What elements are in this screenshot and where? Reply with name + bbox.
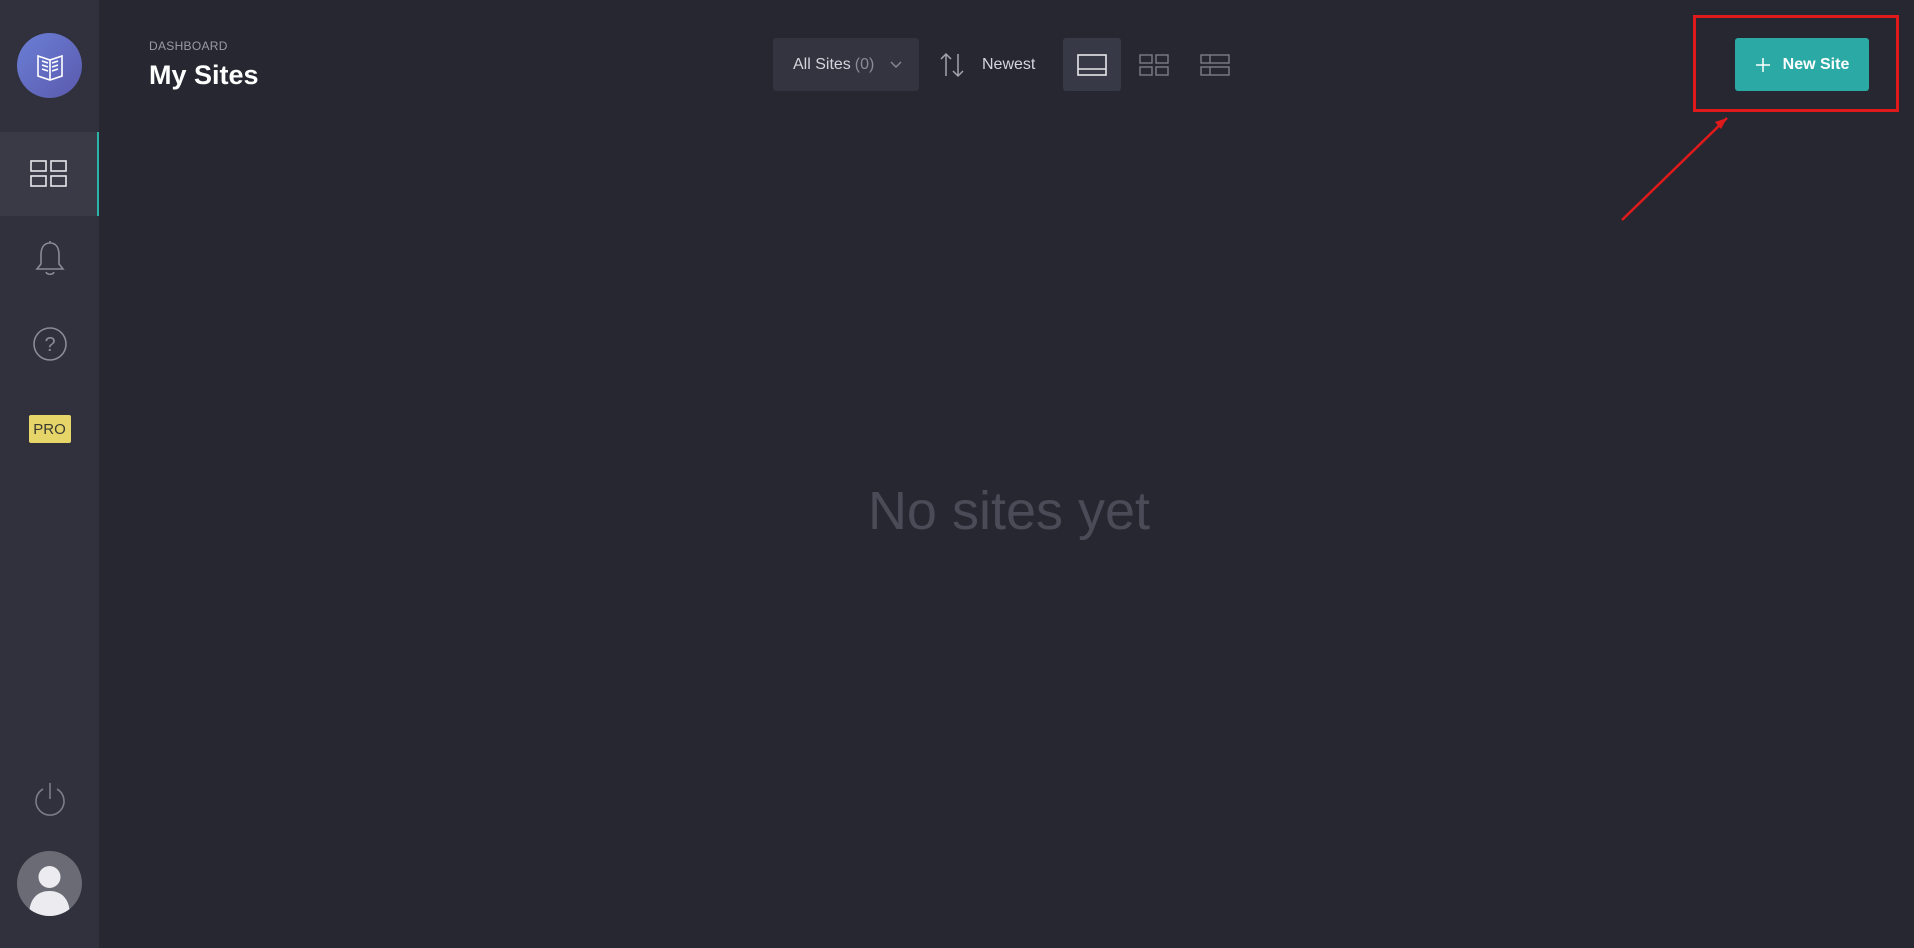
- sidebar: ? PRO: [0, 0, 99, 948]
- user-avatar-icon: [29, 866, 70, 916]
- filter-label: All Sites: [793, 55, 851, 73]
- app-logo[interactable]: [17, 33, 82, 98]
- new-site-label: New Site: [1782, 55, 1850, 73]
- sort-arrows-icon: [940, 52, 964, 77]
- view-full-button[interactable]: [1063, 38, 1121, 91]
- chevron-down-icon: [890, 61, 902, 68]
- sidebar-item-help[interactable]: ?: [0, 302, 99, 386]
- help-icon: ?: [32, 327, 67, 361]
- sidebar-item-notifications[interactable]: [0, 217, 99, 301]
- sidebar-item-pro[interactable]: PRO: [0, 387, 99, 471]
- sort-control[interactable]: Newest: [938, 38, 1035, 91]
- list-view-icon: [1200, 53, 1230, 76]
- sidebar-item-dashboard[interactable]: [0, 132, 99, 216]
- full-view-icon: [1077, 53, 1107, 76]
- view-grid-button[interactable]: [1125, 38, 1183, 91]
- power-icon: [34, 783, 65, 816]
- app-window: ? PRO DASHBOARD My Sites All Sites (0) N…: [0, 0, 1914, 948]
- bell-icon: [34, 241, 65, 276]
- breadcrumb: DASHBOARD: [149, 39, 228, 53]
- svg-text:?: ?: [44, 334, 55, 356]
- sort-label: Newest: [982, 55, 1036, 73]
- page-title: My Sites: [149, 60, 259, 90]
- power-button[interactable]: [0, 757, 99, 841]
- site-filter-dropdown[interactable]: All Sites (0): [773, 38, 919, 91]
- filter-count: (0): [854, 55, 875, 73]
- user-avatar[interactable]: [17, 851, 82, 916]
- grid-view-icon: [1139, 53, 1169, 76]
- pro-badge: PRO: [28, 415, 71, 443]
- new-site-button[interactable]: New Site: [1735, 38, 1869, 91]
- view-list-button[interactable]: [1186, 38, 1244, 91]
- empty-state-message: No sites yet: [867, 481, 1151, 541]
- plus-icon: [1755, 57, 1771, 73]
- grid-icon: [29, 160, 67, 187]
- book-logo-icon: [36, 54, 63, 81]
- annotation-arrow-icon: [1621, 117, 1728, 221]
